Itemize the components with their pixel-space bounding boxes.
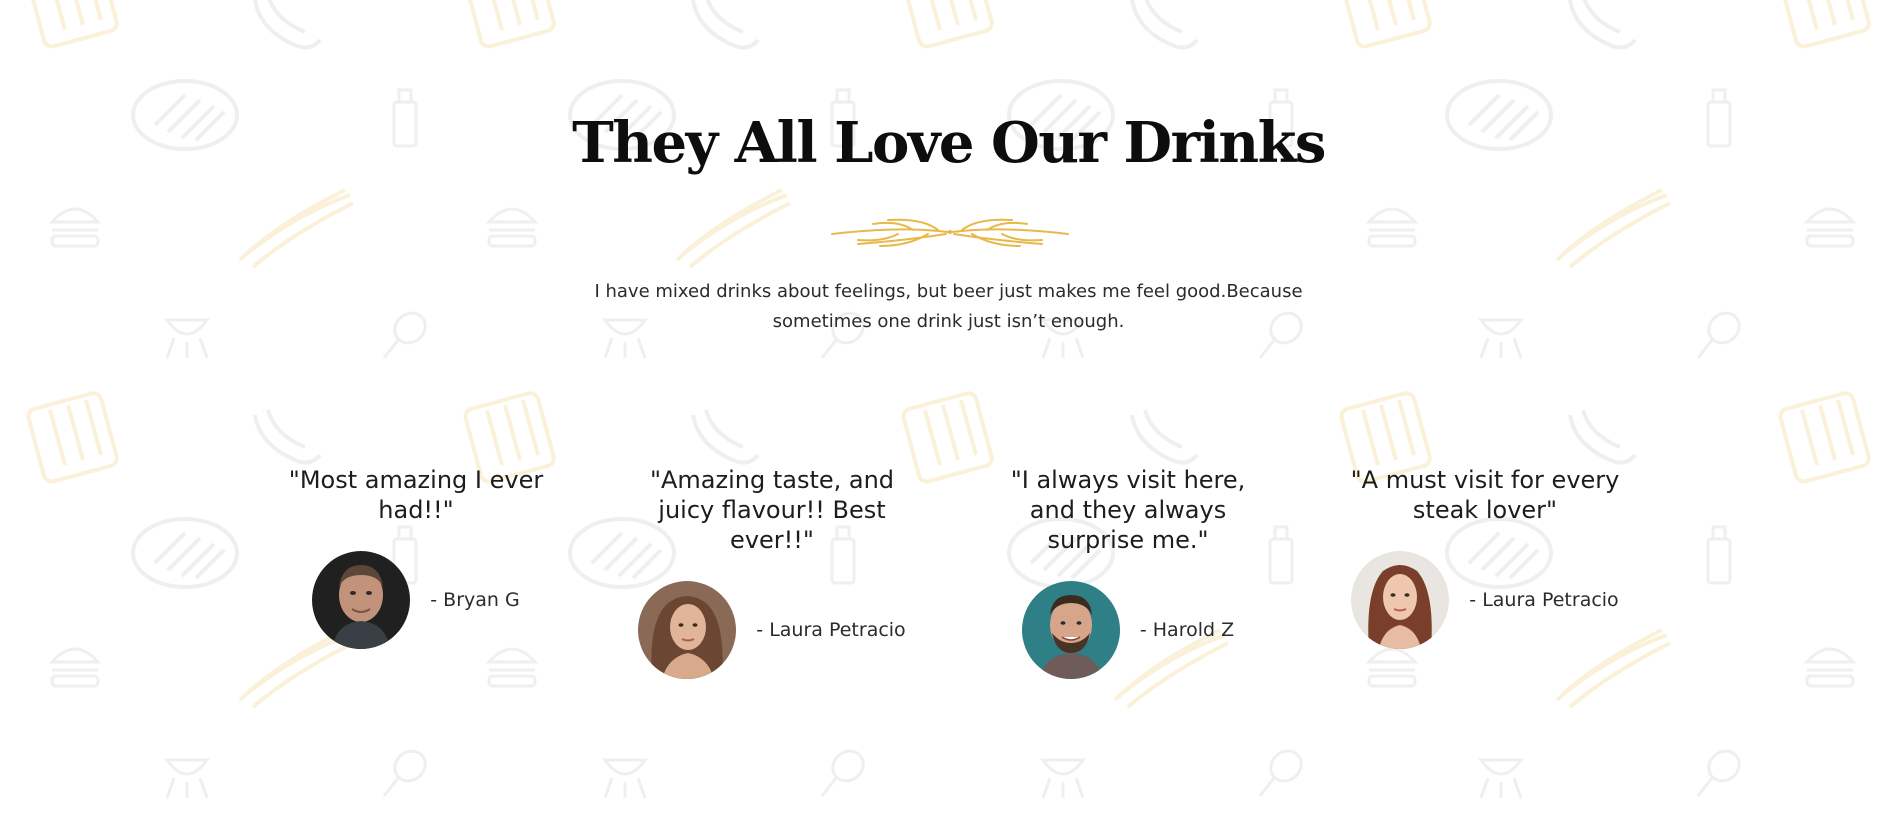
- avatar: [1351, 551, 1450, 649]
- testimonial-author: - Harold Z: [1139, 619, 1235, 641]
- avatar: [638, 581, 737, 679]
- testimonial-author-row: - Harold Z: [978, 581, 1278, 679]
- testimonial-author-row: - Bryan G: [266, 551, 566, 649]
- section-title: They All Love Our Drinks: [572, 110, 1326, 176]
- section-intro: I have mixed drinks about feelings, but …: [594, 281, 1303, 332]
- testimonial-quote: "I always visit here, and they always su…: [1010, 466, 1246, 554]
- testimonial-quote: "Amazing taste, and juicy flavour!! Best…: [649, 466, 895, 554]
- testimonial-author: - Laura Petracio: [756, 619, 906, 641]
- testimonial-card: "Amazing taste, and juicy flavour!! Best…: [622, 465, 922, 679]
- avatar-woman-portrait-icon: [638, 581, 737, 679]
- testimonials-section: They All Love Our Drinks I have mixed dr…: [0, 0, 1897, 822]
- testimonial-author: - Bryan G: [430, 589, 520, 611]
- testimonial-card: "I always visit here, and they always su…: [978, 465, 1278, 679]
- testimonial-quote: "Most amazing I ever had!!": [288, 466, 544, 524]
- avatar: [312, 551, 411, 649]
- testimonial-author-row: - Laura Petracio: [1335, 551, 1635, 649]
- testimonial-quote: "A must visit for every steak lover": [1350, 466, 1620, 524]
- avatar: [1021, 581, 1120, 679]
- wheat-divider-icon: [831, 218, 1069, 247]
- avatar-man-portrait-icon: [312, 551, 411, 649]
- testimonial-author: - Laura Petracio: [1469, 589, 1619, 611]
- testimonial-author-row: - Laura Petracio: [622, 581, 922, 679]
- avatar-woman-portrait-icon: [1351, 551, 1450, 649]
- testimonial-card: "A must visit for every steak lover" - L…: [1335, 465, 1635, 649]
- avatar-man-portrait-icon: [1021, 581, 1120, 679]
- testimonial-card: "Most amazing I ever had!!" - Bryan G: [266, 465, 566, 649]
